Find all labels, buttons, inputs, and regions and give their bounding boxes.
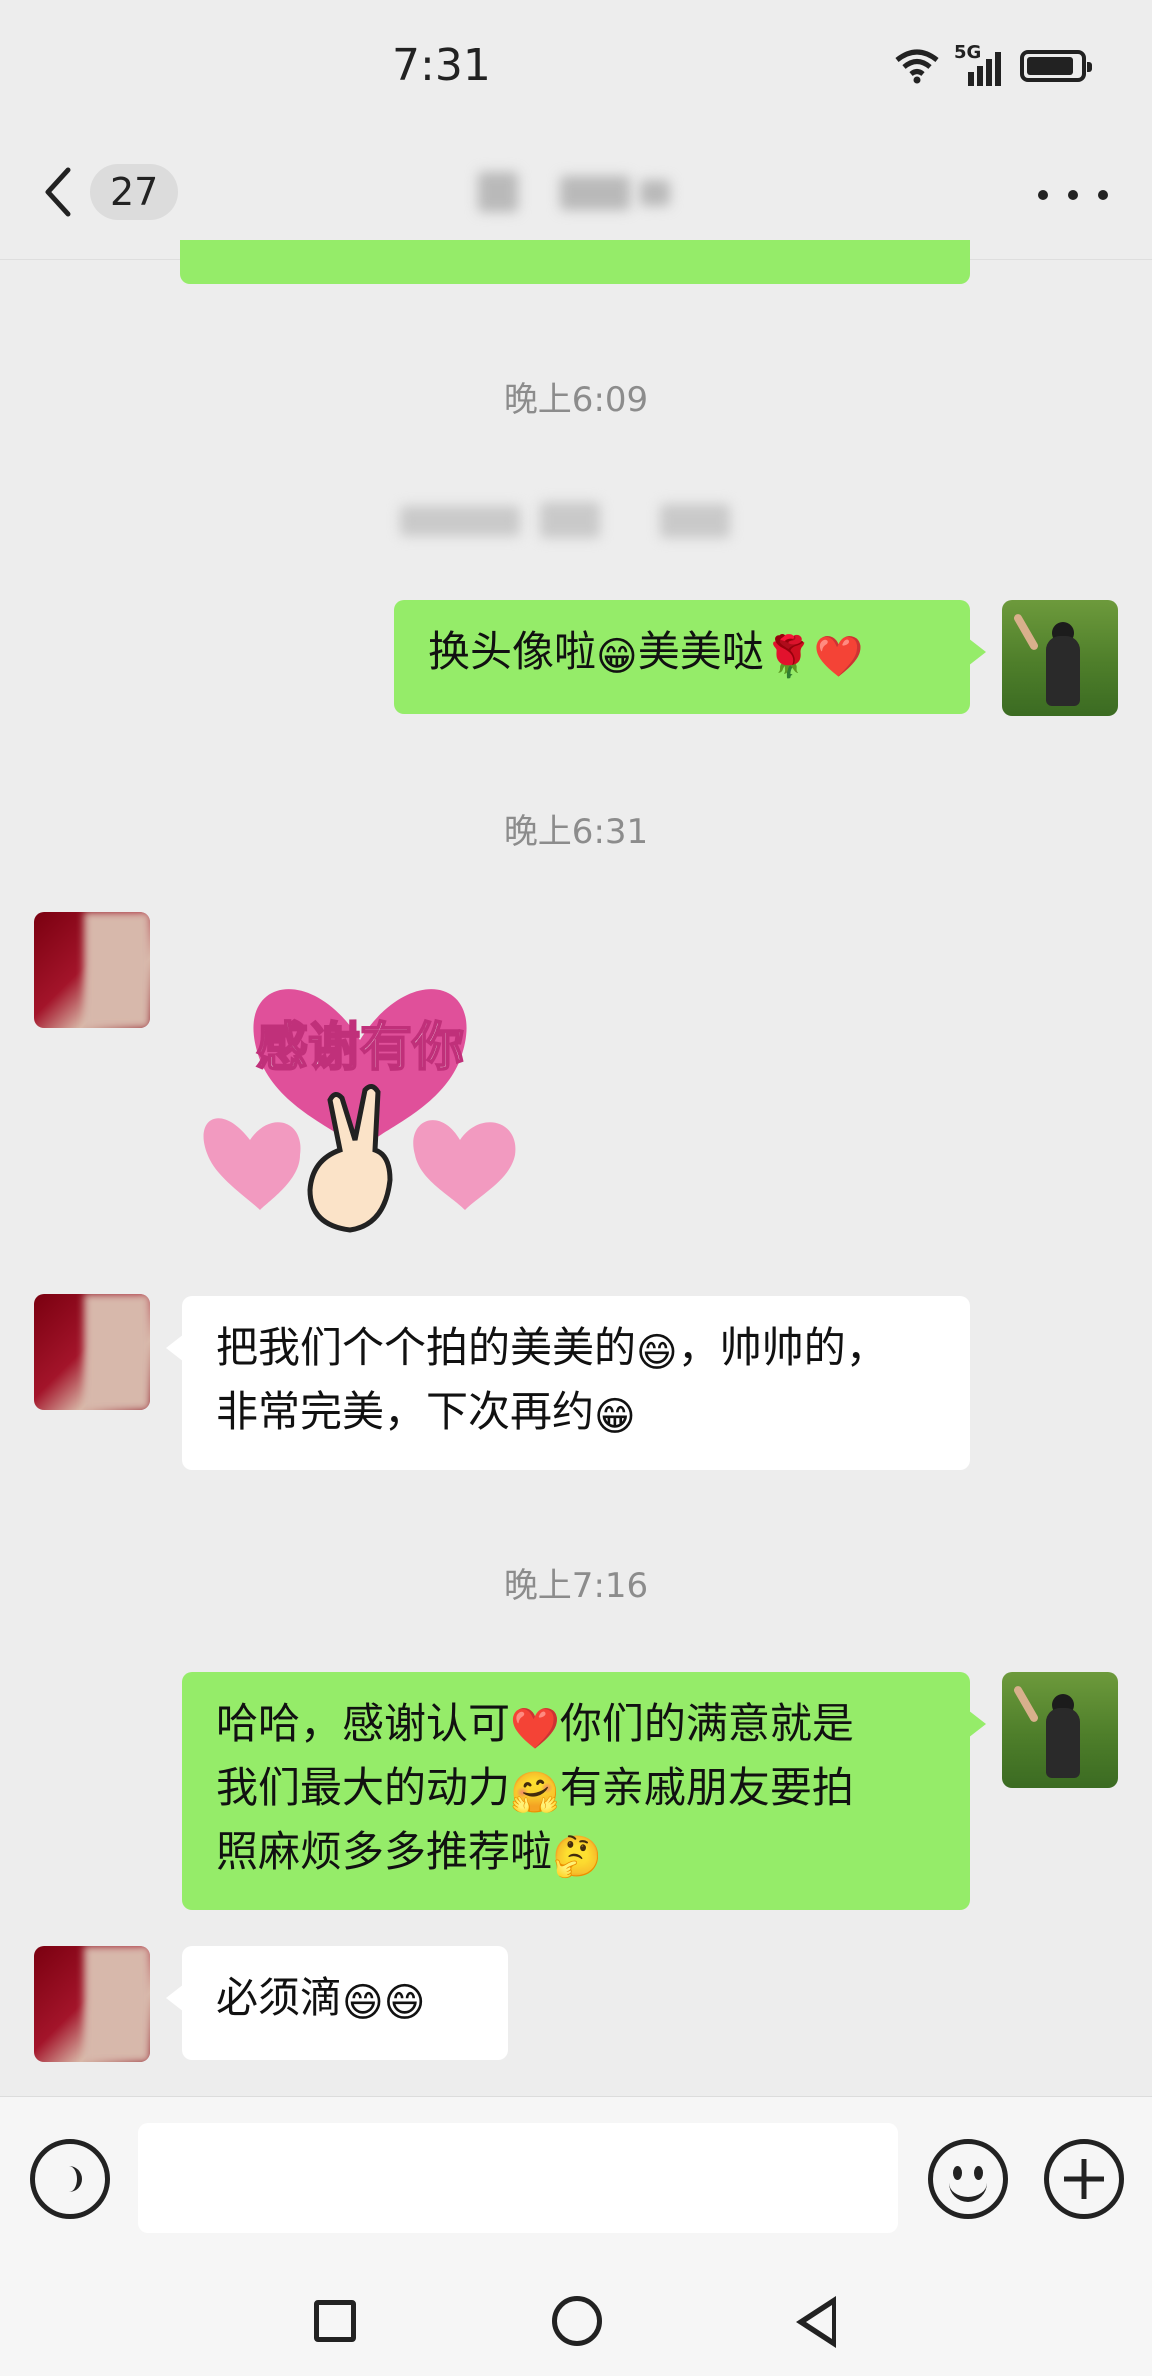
grin-emoji-icon: 😁: [596, 634, 638, 680]
more-dot: [1068, 190, 1078, 200]
battery-icon: [1020, 50, 1092, 82]
redacted-system-notice: [390, 490, 750, 550]
heart-emoji-icon: ❤️: [813, 634, 864, 680]
contact-avatar[interactable]: [34, 1946, 150, 2062]
more-dot: [1038, 190, 1048, 200]
message-text: 非常完美，下次再约: [216, 1387, 595, 1436]
grin-emoji-icon: 😁: [594, 1394, 636, 1440]
message-text: ，帅帅的，: [677, 1323, 888, 1372]
signal-icon: 5G: [954, 42, 1006, 86]
message-line: 非常完美，下次再约😁: [216, 1380, 936, 1444]
thank-you-sticker[interactable]: 感谢有你: [190, 940, 530, 1240]
more-dot: [1098, 190, 1108, 200]
system-back-button[interactable]: [796, 2296, 836, 2348]
message-line: 把我们个个拍的美美的😄，帅帅的，: [216, 1316, 936, 1380]
unread-count-badge: 27: [90, 164, 179, 220]
message-text: 我们最大的动力: [216, 1763, 511, 1812]
input-bar: [0, 2096, 1152, 2246]
message-bubble-incoming[interactable]: 必须滴😄😄: [166, 1946, 508, 2060]
message-text: 必须滴: [216, 1973, 343, 2022]
message-line: 哈哈，感谢认可❤️你们的满意就是: [216, 1692, 936, 1756]
plus-icon[interactable]: [1044, 2139, 1124, 2219]
smile-emoji-icon: 😄: [342, 1980, 384, 2026]
smile-emoji-icon: 😄: [383, 1980, 426, 2026]
my-avatar[interactable]: [1002, 1672, 1118, 1788]
my-avatar[interactable]: [1002, 600, 1118, 716]
hug-emoji-icon: 🤗: [510, 1770, 560, 1816]
message-input[interactable]: [138, 2123, 898, 2233]
timestamp: 晚上6:09: [503, 380, 649, 420]
message-bubble-incoming[interactable]: 把我们个个拍的美美的😄，帅帅的， 非常完美，下次再约😁: [166, 1296, 970, 1470]
message-bubble-outgoing[interactable]: 换头像啦😁美美哒🌹❤️: [394, 600, 986, 714]
system-navigation-bar: [0, 2246, 1152, 2376]
message-bubble-partial[interactable]: [180, 240, 970, 284]
wifi-icon: [895, 49, 939, 84]
status-icons: 5G: [894, 42, 1092, 88]
voice-icon[interactable]: [30, 2139, 110, 2219]
message-text: 美美哒: [637, 627, 764, 676]
contact-avatar[interactable]: [34, 1294, 150, 1410]
message-text: 哈哈，感谢认可: [216, 1699, 511, 1748]
message-text: 换头像啦: [428, 627, 597, 676]
sticker-text: 感谢有你: [256, 1018, 464, 1078]
contact-avatar[interactable]: [34, 912, 150, 1028]
message-text: 有亲戚朋友要拍: [559, 1763, 854, 1812]
more-button[interactable]: [1038, 170, 1108, 220]
message-line: 照麻烦多多推荐啦🤔: [216, 1820, 936, 1884]
chat-title-redacted: [470, 164, 690, 220]
back-button[interactable]: 27: [40, 164, 179, 220]
heart-emoji-icon: ❤️: [510, 1706, 560, 1752]
message-text: 你们的满意就是: [559, 1699, 854, 1748]
message-text: 把我们个个拍的美美的: [216, 1323, 637, 1372]
thinking-emoji-icon: 🤔: [552, 1834, 602, 1880]
home-button[interactable]: [552, 2296, 602, 2346]
network-type: 5G: [954, 42, 982, 63]
chevron-left-icon: [45, 167, 71, 217]
status-time: 7:31: [392, 40, 491, 91]
emoji-icon[interactable]: [928, 2139, 1008, 2219]
timestamp: 晚上7:16: [503, 1566, 649, 1606]
message-text: 照麻烦多多推荐啦: [216, 1827, 553, 1876]
rose-emoji-icon: 🌹: [763, 634, 814, 680]
status-bar: 7:31 5G: [0, 0, 1152, 140]
recents-button[interactable]: [314, 2300, 356, 2342]
message-line: 我们最大的动力🤗有亲戚朋友要拍: [216, 1756, 936, 1820]
message-bubble-outgoing[interactable]: 哈哈，感谢认可❤️你们的满意就是 我们最大的动力🤗有亲戚朋友要拍 照麻烦多多推荐…: [182, 1672, 986, 1910]
timestamp: 晚上6:31: [503, 812, 649, 852]
smile-emoji-icon: 😄: [636, 1330, 678, 1376]
